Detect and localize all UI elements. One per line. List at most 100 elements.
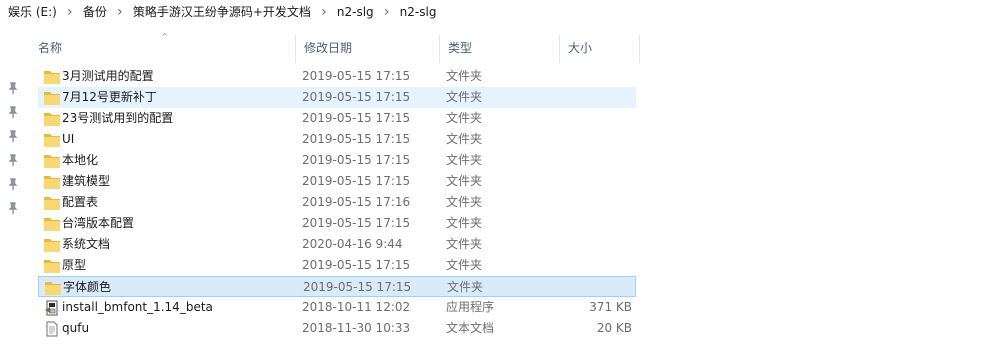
folder-icon (44, 132, 60, 147)
column-header: ⌃ 名称 修改日期 类型 大小 (30, 31, 642, 63)
breadcrumb-item-n2-slg-current[interactable]: n2-slg (394, 0, 443, 24)
folder-icon (44, 195, 60, 210)
file-row[interactable]: 字体颜色 2019-05-15 17:15 文件夹 (38, 276, 636, 297)
file-row[interactable]: 系统文档 2020-04-16 9:44 文件夹 (38, 234, 636, 255)
folder-icon (44, 69, 60, 84)
file-name: 原型 (62, 258, 87, 272)
file-size (566, 87, 632, 108)
breadcrumb-item-backup[interactable]: 备份 (77, 0, 113, 24)
file-size (566, 150, 632, 171)
file-date: 2019-05-15 17:16 (302, 195, 411, 209)
file-name: 字体颜色 (63, 280, 112, 294)
pin-icon[interactable] (7, 154, 19, 166)
file-type: 文件夹 (447, 280, 484, 294)
file-type: 文件夹 (446, 216, 483, 230)
file-name: 本地化 (62, 153, 99, 167)
chevron-right-icon[interactable] (317, 0, 331, 24)
folder-icon (44, 174, 60, 189)
file-date: 2019-05-15 17:15 (302, 132, 411, 146)
column-header-size[interactable]: 大小 (560, 35, 640, 63)
file-size (566, 66, 632, 87)
pin-icon[interactable] (7, 82, 19, 94)
breadcrumb: 娱乐 (E:) 备份 策略手游汉王纷争源码+开发文档 n2-slg n2-slg (0, 0, 1006, 24)
folder-icon (45, 280, 61, 295)
file-date: 2018-10-11 12:02 (302, 300, 411, 314)
file-name: UI (62, 132, 75, 146)
installer-icon (44, 300, 60, 316)
pin-icon[interactable] (7, 178, 19, 190)
file-size (566, 234, 632, 255)
file-row[interactable]: 23号测试用到的配置 2019-05-15 17:15 文件夹 (38, 108, 636, 129)
file-size (566, 255, 632, 276)
breadcrumb-item-project[interactable]: 策略手游汉王纷争源码+开发文档 (127, 0, 317, 24)
file-name: 配置表 (62, 195, 99, 209)
column-header-name[interactable]: 名称 (30, 35, 296, 63)
chevron-right-icon[interactable] (380, 0, 394, 24)
file-type: 文件夹 (446, 111, 483, 125)
file-type: 文本文档 (446, 321, 495, 335)
column-header-type[interactable]: 类型 (440, 35, 560, 63)
folder-icon (44, 153, 60, 168)
file-row[interactable]: 配置表 2019-05-15 17:16 文件夹 (38, 192, 636, 213)
quick-access-pins (0, 24, 30, 352)
file-row[interactable]: install_bmfont_1.14_beta 2018-10-11 12:0… (38, 297, 636, 318)
file-type: 应用程序 (446, 300, 495, 314)
file-row[interactable]: 本地化 2019-05-15 17:15 文件夹 (38, 150, 636, 171)
file-type: 文件夹 (446, 237, 483, 251)
folder-icon (44, 90, 60, 105)
folder-icon (44, 216, 60, 231)
file-size (567, 277, 633, 298)
file-size: 371 KB (589, 300, 632, 314)
file-date: 2019-05-15 17:15 (302, 90, 411, 104)
folder-icon (44, 111, 60, 126)
breadcrumb-item-n2-slg[interactable]: n2-slg (331, 0, 380, 24)
file-name: install_bmfont_1.14_beta (62, 300, 213, 314)
file-row[interactable]: 7月12号更新补丁 2019-05-15 17:15 文件夹 (38, 87, 636, 108)
file-row[interactable]: UI 2019-05-15 17:15 文件夹 (38, 129, 636, 150)
chevron-right-icon[interactable] (113, 0, 127, 24)
file-date: 2019-05-15 17:15 (302, 216, 411, 230)
file-type: 文件夹 (446, 195, 483, 209)
file-size: 20 KB (596, 321, 632, 335)
file-row[interactable]: 原型 2019-05-15 17:15 文件夹 (38, 255, 636, 276)
file-type: 文件夹 (446, 153, 483, 167)
file-date: 2020-04-16 9:44 (302, 237, 403, 251)
pin-icon[interactable] (7, 202, 19, 214)
file-date: 2019-05-15 17:15 (302, 174, 411, 188)
breadcrumb-item-drive[interactable]: 娱乐 (E:) (0, 0, 63, 24)
file-name: 7月12号更新补丁 (62, 90, 157, 104)
file-size (566, 192, 632, 213)
file-name: 23号测试用到的配置 (62, 111, 174, 125)
file-name: 3月测试用的配置 (62, 69, 154, 83)
pin-icon[interactable] (7, 130, 19, 142)
pin-icon[interactable] (7, 106, 19, 118)
file-size (566, 213, 632, 234)
file-name: 建筑模型 (62, 174, 111, 188)
file-date: 2019-05-15 17:15 (302, 111, 411, 125)
file-row[interactable]: qufu 2018-11-30 10:33 文本文档 20 KB (38, 318, 636, 339)
chevron-right-icon[interactable] (63, 0, 77, 24)
file-size (566, 171, 632, 192)
file-name: 台湾版本配置 (62, 216, 135, 230)
file-row[interactable]: 台湾版本配置 2019-05-15 17:15 文件夹 (38, 213, 636, 234)
file-date: 2019-05-15 17:15 (302, 69, 411, 83)
text-file-icon (44, 321, 60, 337)
file-type: 文件夹 (446, 132, 483, 146)
folder-icon (44, 258, 60, 273)
file-type: 文件夹 (446, 258, 483, 272)
file-row[interactable]: 建筑模型 2019-05-15 17:15 文件夹 (38, 171, 636, 192)
file-date: 2019-05-15 17:15 (302, 258, 411, 272)
file-type: 文件夹 (446, 69, 483, 83)
file-name: 系统文档 (62, 237, 111, 251)
file-date: 2019-05-15 17:15 (302, 153, 411, 167)
file-date: 2019-05-15 17:15 (303, 280, 412, 294)
column-header-date[interactable]: 修改日期 (296, 35, 440, 63)
file-name: qufu (62, 321, 90, 335)
file-type: 文件夹 (446, 90, 483, 104)
file-date: 2018-11-30 10:33 (302, 321, 411, 335)
file-row[interactable]: 3月测试用的配置 2019-05-15 17:15 文件夹 (38, 66, 636, 87)
file-type: 文件夹 (446, 174, 483, 188)
folder-icon (44, 237, 60, 252)
file-size (566, 108, 632, 129)
file-size (566, 129, 632, 150)
